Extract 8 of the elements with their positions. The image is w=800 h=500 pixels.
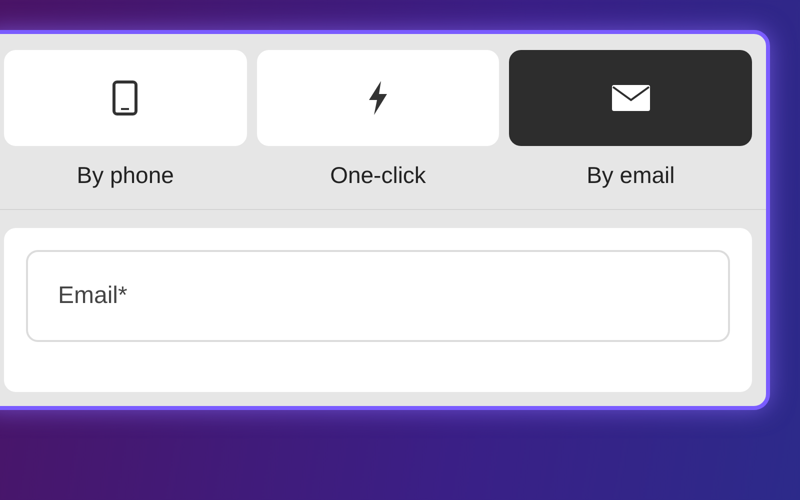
envelope-icon <box>610 84 651 112</box>
tab-label: By email <box>586 162 675 189</box>
phone-icon <box>112 80 138 116</box>
tab-label: One-click <box>330 162 426 189</box>
method-tab[interactable] <box>509 50 752 146</box>
tab-label: By phone <box>76 162 174 189</box>
lightning-icon <box>367 80 389 116</box>
email-field[interactable]: Email* <box>26 250 730 342</box>
